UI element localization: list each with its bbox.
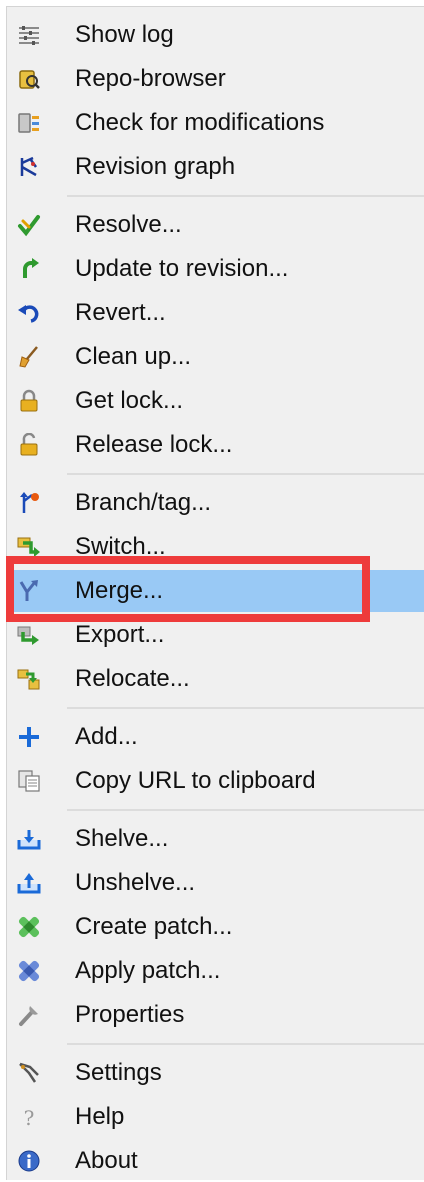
menu-item-label: Release lock... — [75, 431, 233, 458]
menu-item-apply-patch[interactable]: Apply patch... — [7, 950, 424, 992]
add-icon — [17, 725, 41, 749]
menu-item-label: Revert... — [75, 299, 166, 326]
menu-item-copy-url-to-clipboard[interactable]: Copy URL to clipboard — [7, 760, 424, 802]
menu-separator — [67, 707, 424, 709]
menu-item-label: About — [75, 1147, 138, 1174]
show-log-icon — [17, 23, 41, 47]
menu-item-about[interactable]: About — [7, 1140, 424, 1182]
menu-item-label: Check for modifications — [75, 109, 325, 136]
menu-item-label: Clean up... — [75, 343, 192, 370]
menu-item-unshelve[interactable]: Unshelve... — [7, 862, 424, 904]
menu-item-repo-browser[interactable]: Repo-browser — [7, 58, 424, 100]
menu-item-get-lock[interactable]: Get lock... — [7, 380, 424, 422]
settings-icon — [17, 1061, 41, 1085]
help-icon: ? — [17, 1105, 41, 1129]
menu-item-label: Unshelve... — [75, 869, 196, 896]
menu-item-add[interactable]: Add... — [7, 716, 424, 758]
menu-item-label: Get lock... — [75, 387, 184, 414]
menu-item-label: Settings — [75, 1059, 162, 1086]
menu-item-label: Copy URL to clipboard — [75, 767, 316, 794]
menu-item-label: Properties — [75, 1001, 185, 1028]
check-modifications-icon — [17, 111, 41, 135]
properties-icon — [17, 1003, 41, 1027]
menu-separator — [67, 473, 424, 475]
unlock-icon — [17, 433, 41, 457]
repo-browser-icon — [17, 67, 41, 91]
menu-item-clean-up[interactable]: Clean up... — [7, 336, 424, 378]
menu-separator — [67, 809, 424, 811]
branch-icon — [17, 491, 41, 515]
menu-item-settings[interactable]: Settings — [7, 1052, 424, 1094]
menu-item-revision-graph[interactable]: Revision graph — [7, 146, 424, 188]
menu-item-label: Update to revision... — [75, 255, 289, 282]
menu-item-check-for-modifications[interactable]: Check for modifications — [7, 102, 424, 144]
menu-item-release-lock[interactable]: Release lock... — [7, 424, 424, 466]
menu-item-label: Resolve... — [75, 211, 182, 238]
menu-item-label: Revision graph — [75, 153, 236, 180]
resolve-icon — [17, 213, 41, 237]
export-icon — [17, 623, 41, 647]
revert-icon — [17, 301, 41, 325]
update-icon — [17, 257, 41, 281]
annotation-highlight-box — [6, 556, 370, 622]
menu-item-update-to-revision[interactable]: Update to revision... — [7, 248, 424, 290]
shelve-icon — [17, 827, 41, 851]
unshelve-icon — [17, 871, 41, 895]
menu-item-create-patch[interactable]: Create patch... — [7, 906, 424, 948]
menu-item-label: Repo-browser — [75, 65, 226, 92]
menu-item-label: Add... — [75, 723, 138, 750]
cleanup-icon — [17, 345, 41, 369]
menu-item-label: Shelve... — [75, 825, 169, 852]
create-patch-icon — [17, 915, 41, 939]
lock-icon — [17, 389, 41, 413]
menu-item-label: Create patch... — [75, 913, 233, 940]
menu-item-label: Relocate... — [75, 665, 190, 692]
menu-separator — [67, 1043, 424, 1045]
menu-item-help[interactable]: ? Help — [7, 1096, 424, 1138]
menu-item-resolve[interactable]: Resolve... — [7, 204, 424, 246]
menu-item-relocate[interactable]: Relocate... — [7, 658, 424, 700]
apply-patch-icon — [17, 959, 41, 983]
menu-item-properties[interactable]: Properties — [7, 994, 424, 1036]
menu-item-show-log[interactable]: Show log — [7, 14, 424, 56]
menu-item-branch-tag[interactable]: Branch/tag... — [7, 482, 424, 524]
menu-item-shelve[interactable]: Shelve... — [7, 818, 424, 860]
copy-url-icon — [17, 769, 41, 793]
about-icon — [17, 1149, 41, 1173]
menu-item-label: Branch/tag... — [75, 489, 212, 516]
menu-item-revert[interactable]: Revert... — [7, 292, 424, 334]
menu-item-label: Show log — [75, 21, 174, 48]
menu-separator — [67, 195, 424, 197]
menu-item-label: Help — [75, 1103, 125, 1130]
svg-text:?: ? — [24, 1106, 35, 1129]
menu-item-label: Apply patch... — [75, 957, 221, 984]
relocate-icon — [17, 667, 41, 691]
revision-graph-icon — [17, 155, 41, 179]
